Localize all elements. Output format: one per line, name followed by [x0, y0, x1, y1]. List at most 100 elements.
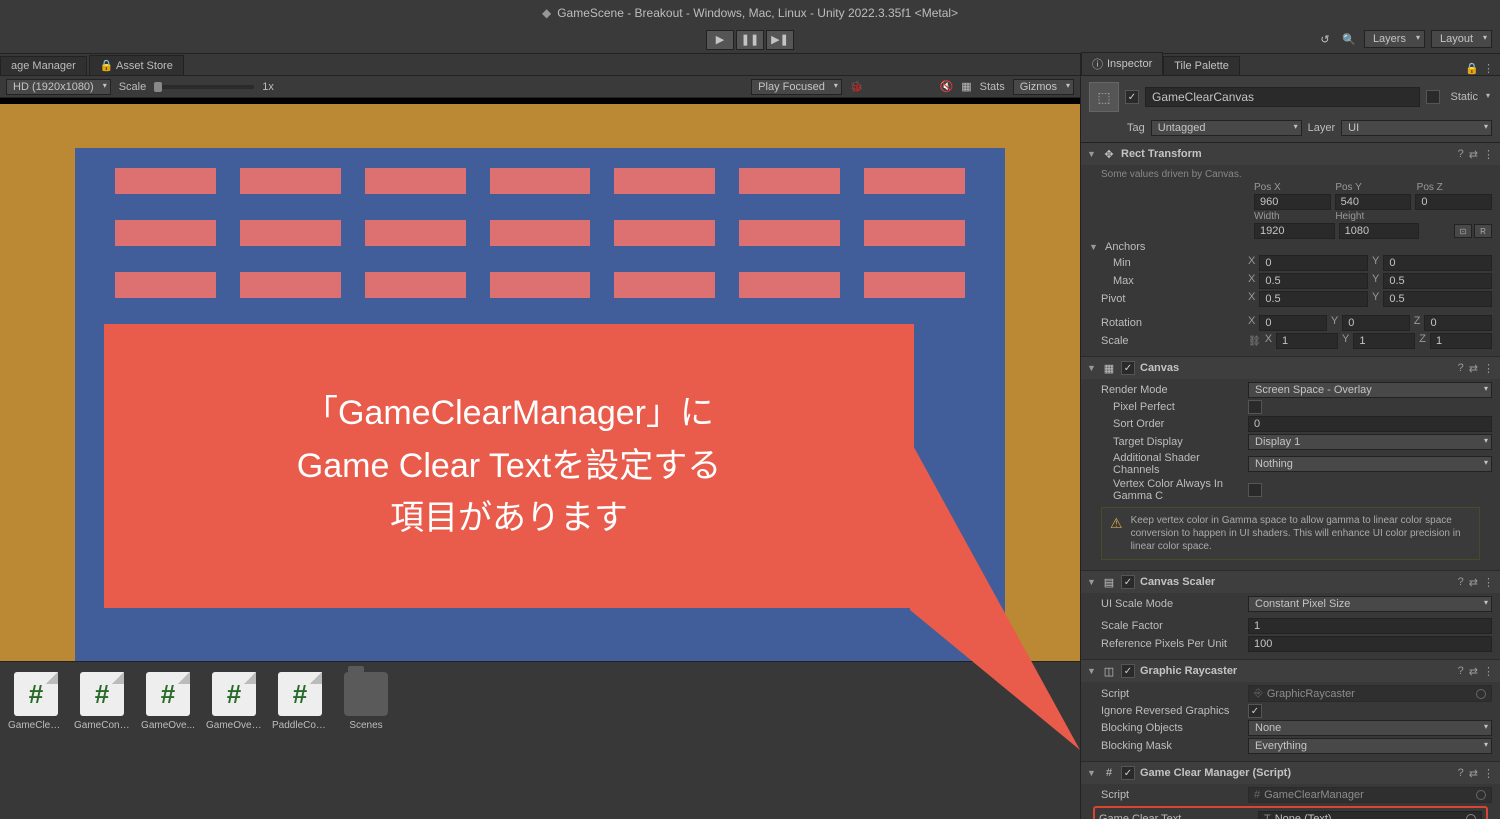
asset-script[interactable]: #GameOve... [142, 672, 194, 731]
tag-dropdown[interactable]: Untagged [1151, 120, 1302, 136]
pivot-y[interactable]: 0.5 [1383, 291, 1492, 307]
help-icon[interactable]: ? [1458, 576, 1464, 589]
layers-dropdown[interactable]: Layers [1364, 30, 1425, 48]
gcm-script-field: #GameClearManager [1248, 787, 1492, 803]
blocking-objects-dropdown[interactable]: None [1248, 720, 1492, 736]
layer-dropdown[interactable]: UI [1341, 120, 1492, 136]
play-focused-dropdown[interactable]: Play Focused [751, 79, 842, 95]
render-mode-dropdown[interactable]: Screen Space - Overlay [1248, 382, 1492, 398]
stats-button[interactable]: Stats [980, 81, 1005, 93]
asset-script[interactable]: #GameOver... [208, 672, 260, 731]
pixel-perfect-checkbox[interactable] [1248, 400, 1262, 414]
menu-icon[interactable]: ⋮ [1483, 767, 1494, 780]
shader-channels-dropdown[interactable]: Nothing [1248, 456, 1492, 472]
rot-x[interactable]: 0 [1259, 315, 1327, 331]
active-checkbox[interactable]: ✓ [1125, 90, 1139, 104]
monitor-icon[interactable]: ▦ [961, 80, 971, 93]
object-picker-icon[interactable] [1476, 790, 1486, 800]
scale-slider[interactable] [154, 85, 254, 89]
height-field[interactable]: 1080 [1339, 223, 1420, 239]
canvas-scaler-header[interactable]: ▼ ▤ ✓ Canvas Scaler ?⇄⋮ [1081, 571, 1500, 593]
play-controls: ▶ ❚❚ ▶❚ [706, 30, 794, 50]
menu-icon[interactable]: ⋮ [1483, 665, 1494, 678]
tab-inspector[interactable]: ⓘInspector [1081, 52, 1163, 75]
sort-order-field[interactable]: 0 [1248, 416, 1492, 432]
anchor-max-x[interactable]: 0.5 [1259, 273, 1368, 289]
pause-button[interactable]: ❚❚ [736, 30, 764, 50]
help-icon[interactable]: ? [1458, 362, 1464, 375]
anchor-max-y[interactable]: 0.5 [1383, 273, 1492, 289]
menu-icon[interactable]: ⋮ [1483, 576, 1494, 589]
preset-icon[interactable]: ⇄ [1469, 767, 1478, 780]
width-field[interactable]: 1920 [1254, 223, 1335, 239]
game-clear-manager-header[interactable]: ▼ # ✓ Game Clear Manager (Script) ?⇄⋮ [1081, 762, 1500, 784]
link-icon[interactable]: ⛓ [1248, 336, 1261, 347]
help-icon[interactable]: ? [1458, 148, 1464, 161]
play-button[interactable]: ▶ [706, 30, 734, 50]
tab-package-manager[interactable]: age Manager [0, 56, 87, 75]
gameobject-icon[interactable]: ⬚ [1089, 82, 1119, 112]
pivot-x[interactable]: 0.5 [1259, 291, 1368, 307]
asset-script[interactable]: #GameClea... [10, 672, 62, 731]
ignore-reversed-checkbox[interactable]: ✓ [1248, 704, 1262, 718]
rect-transform-header[interactable]: ▼ ✥ Rect Transform ?⇄⋮ [1081, 143, 1500, 165]
assets-panel: #GameClea... #GameCont... #GameOve... #Game… [0, 661, 1080, 819]
preset-icon[interactable]: ⇄ [1469, 665, 1478, 678]
component-game-clear-manager: ▼ # ✓ Game Clear Manager (Script) ?⇄⋮ Sc… [1081, 762, 1500, 819]
raycaster-enabled-checkbox[interactable]: ✓ [1121, 664, 1135, 678]
blocking-mask-dropdown[interactable]: Everything [1248, 738, 1492, 754]
canvas-enabled-checkbox[interactable]: ✓ [1121, 361, 1135, 375]
lock-icon[interactable]: 🔒 [1465, 62, 1479, 75]
posy-field[interactable]: 540 [1335, 194, 1412, 210]
object-name-field[interactable]: GameClearCanvas [1145, 87, 1420, 107]
mute-icon[interactable]: 🔇 [940, 80, 954, 93]
raw-button[interactable]: R [1474, 224, 1492, 238]
rot-y[interactable]: 0 [1342, 315, 1410, 331]
ref-pixels-field[interactable]: 100 [1248, 636, 1492, 652]
menu-icon[interactable]: ⋮ [1483, 148, 1494, 161]
scale-factor-field[interactable]: 1 [1248, 618, 1492, 634]
preset-icon[interactable]: ⇄ [1469, 576, 1478, 589]
gizmos-dropdown[interactable]: Gizmos [1013, 79, 1074, 95]
anchor-min-y[interactable]: 0 [1383, 255, 1492, 271]
scl-z[interactable]: 1 [1430, 333, 1492, 349]
scl-x[interactable]: 1 [1276, 333, 1338, 349]
menu-icon[interactable]: ⋮ [1483, 62, 1494, 75]
static-checkbox[interactable] [1426, 90, 1440, 104]
rot-z[interactable]: 0 [1424, 315, 1492, 331]
canvas-header[interactable]: ▼ ▦ ✓ Canvas ?⇄⋮ [1081, 357, 1500, 379]
layout-dropdown[interactable]: Layout [1431, 30, 1492, 48]
preset-icon[interactable]: ⇄ [1469, 148, 1478, 161]
target-display-dropdown[interactable]: Display 1 [1248, 434, 1492, 450]
object-picker-icon[interactable] [1466, 814, 1476, 819]
canvas-scaler-enabled-checkbox[interactable]: ✓ [1121, 575, 1135, 589]
posx-field[interactable]: 960 [1254, 194, 1331, 210]
anchor-min-x[interactable]: 0 [1259, 255, 1368, 271]
asset-script[interactable]: #GameCont... [76, 672, 128, 731]
preset-icon[interactable]: ⇄ [1469, 362, 1478, 375]
undo-history-icon[interactable]: ↺ [1316, 30, 1334, 48]
tab-asset-store[interactable]: 🔒 Asset Store [89, 55, 184, 75]
vertex-gamma-checkbox[interactable] [1248, 483, 1262, 497]
aspect-dropdown[interactable]: HD (1920x1080) [6, 79, 111, 95]
bug-icon[interactable]: 🐞 [850, 80, 864, 93]
blueprint-button[interactable]: ⊡ [1454, 224, 1472, 238]
game-clear-text-field[interactable]: TNone (Text) [1258, 811, 1482, 819]
asset-folder[interactable]: Scenes [340, 672, 392, 731]
menu-icon[interactable]: ⋮ [1483, 362, 1494, 375]
static-dropdown[interactable]: Static [1446, 91, 1492, 103]
search-icon[interactable]: 🔍 [1340, 30, 1358, 48]
scl-y[interactable]: 1 [1353, 333, 1415, 349]
object-picker-icon[interactable] [1476, 689, 1486, 699]
asset-script[interactable]: #PaddleCon... [274, 672, 326, 731]
help-icon[interactable]: ? [1458, 767, 1464, 780]
step-button[interactable]: ▶❚ [766, 30, 794, 50]
tab-tile-palette[interactable]: Tile Palette [1163, 56, 1240, 75]
ui-scale-mode-dropdown[interactable]: Constant Pixel Size [1248, 596, 1492, 612]
inspector-tabbar: ⓘInspector Tile Palette 🔒 ⋮ [1081, 54, 1500, 76]
help-icon[interactable]: ? [1458, 665, 1464, 678]
gcm-enabled-checkbox[interactable]: ✓ [1121, 766, 1135, 780]
window-title: GameScene - Breakout - Windows, Mac, Lin… [557, 6, 958, 20]
raycaster-header[interactable]: ▼ ◫ ✓ Graphic Raycaster ?⇄⋮ [1081, 660, 1500, 682]
posz-field[interactable]: 0 [1415, 194, 1492, 210]
